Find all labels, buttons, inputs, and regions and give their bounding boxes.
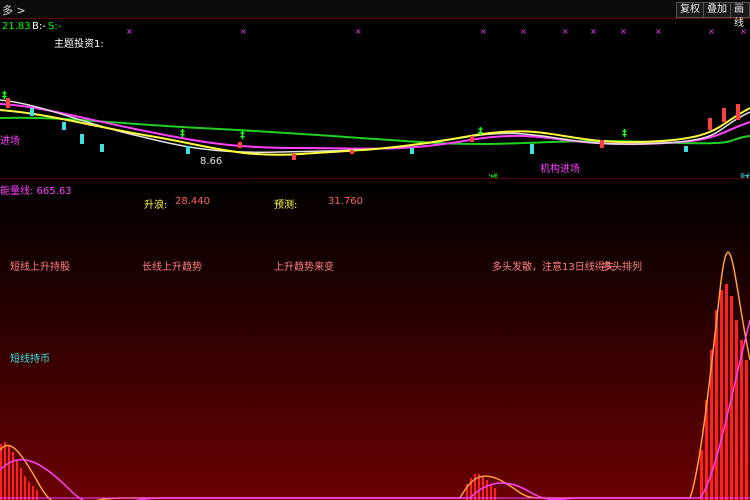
svg-text:‡: ‡: [478, 126, 483, 137]
price-chart: × × × × × × × × × × × ‡ ‡ ‡ ‡ ‡: [0, 27, 750, 160]
svg-text:×: ×: [240, 27, 247, 36]
ma-white-line: [0, 99, 750, 154]
svg-text:×: ×: [590, 27, 597, 36]
svg-text:×: ×: [562, 27, 569, 36]
svg-text:×: ×: [480, 27, 487, 36]
enter-annotation: 进场: [0, 136, 20, 147]
svg-text:×: ×: [520, 27, 527, 36]
svg-text:‡: ‡: [2, 90, 7, 101]
ma-lines: [0, 99, 750, 156]
svg-text:×: ×: [355, 27, 362, 36]
svg-text:×: ×: [655, 27, 662, 36]
indicator-chart: [0, 251, 750, 500]
svg-text:×: ×: [740, 27, 747, 36]
svg-text:×: ×: [620, 27, 627, 36]
svg-text:×: ×: [126, 27, 133, 36]
energy-bars-left: [0, 442, 38, 500]
top-markers: × × × × × × × × × × ×: [126, 27, 747, 36]
overlay-button[interactable]: 叠加: [703, 2, 731, 18]
draw-line-button[interactable]: 画线: [730, 2, 750, 29]
svg-text:‡: ‡: [240, 130, 245, 141]
low-price-annotation: 8.66: [200, 156, 223, 167]
top-toolbar: 多 > 复权 叠加 画线: [0, 0, 750, 29]
energy-bars-right: [700, 284, 748, 500]
energy-curve-magenta: [0, 319, 750, 500]
restore-rights-button[interactable]: 复权: [676, 2, 704, 18]
menu-title[interactable]: 多 >: [2, 2, 26, 18]
svg-text:‡: ‡: [180, 128, 185, 139]
ma-green-line: [0, 116, 750, 145]
green-arrow-markers: ‡ ‡ ‡ ‡ ‡: [2, 90, 627, 141]
energy-bars-middle: [466, 474, 496, 500]
svg-text:×: ×: [708, 27, 715, 36]
energy-curve-orange: [0, 251, 750, 500]
svg-text:‡: ‡: [622, 128, 627, 139]
institution-enter-annotation: 机构进场: [540, 164, 580, 175]
